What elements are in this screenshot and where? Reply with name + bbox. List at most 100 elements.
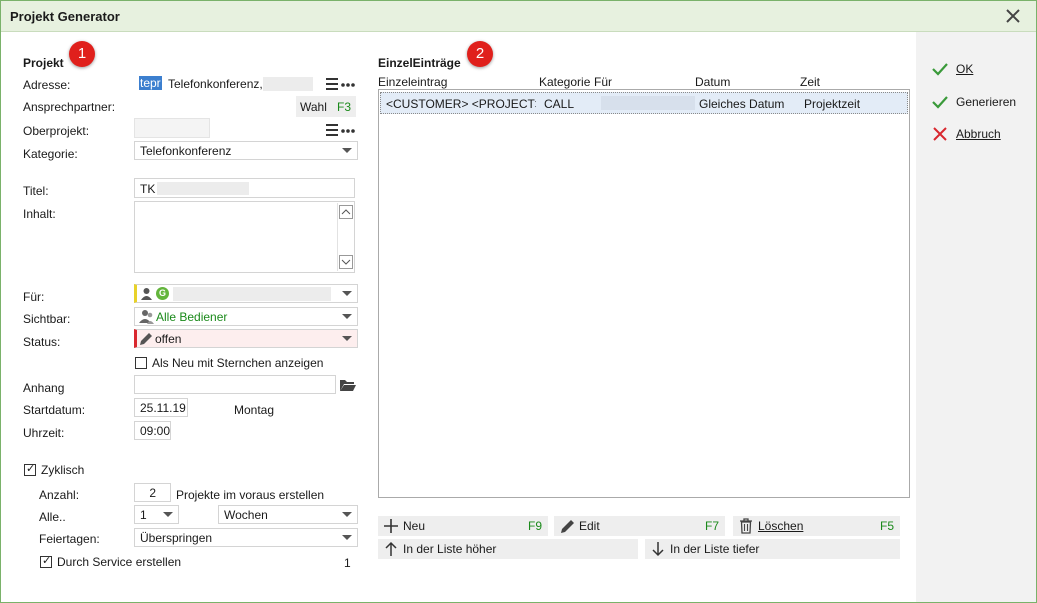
status-select[interactable]: offen (134, 329, 358, 348)
visible-value: Alle Bediener (156, 310, 228, 324)
new-star-label: Als Neu mit Sternchen anzeigen (152, 356, 324, 370)
column-header-for[interactable]: Für (594, 75, 612, 89)
content-textarea[interactable] (134, 201, 355, 273)
count-input[interactable]: 2 (134, 483, 171, 502)
title-value: TK (140, 182, 156, 196)
category-value: Telefonkonferenz (140, 144, 232, 158)
chevron-down-icon (342, 535, 352, 540)
arrow-up-icon (385, 541, 397, 556)
close-icon[interactable] (1004, 7, 1022, 25)
move-up-button[interactable]: In der Liste höher (378, 539, 638, 559)
time-label: Uhrzeit: (23, 426, 65, 440)
content-scrollbar[interactable] (337, 203, 353, 271)
time-input[interactable]: 09:00 (134, 421, 171, 440)
title-label: Titel: (23, 184, 49, 198)
column-header-date[interactable]: Datum (695, 75, 730, 89)
holidays-select[interactable]: Überspringen (134, 528, 358, 547)
time-value: 09:00 (140, 424, 171, 438)
column-header-entry[interactable]: Einzeleintrag (378, 75, 447, 89)
ok-label: OK (956, 62, 974, 76)
move-down-button[interactable]: In der Liste tiefer (645, 539, 900, 559)
parent-project-field[interactable] (134, 118, 210, 138)
cancel-button[interactable]: Abbruch (932, 124, 1001, 144)
trash-icon (740, 518, 752, 534)
chevron-down-icon (342, 148, 352, 153)
chevron-down-icon (342, 291, 352, 296)
delete-entry-key: F5 (879, 519, 894, 533)
window-title: Projekt Generator (10, 9, 120, 24)
new-entry-label: Neu (403, 519, 426, 533)
generate-button[interactable]: Generieren (932, 92, 1016, 112)
parent-project-menu-icon[interactable] (325, 123, 357, 137)
address-selected-text: tepr (139, 76, 162, 90)
edit-entry-button[interactable]: Edit F7 (554, 516, 725, 536)
delete-entry-button[interactable]: Löschen F5 (733, 516, 900, 536)
folder-open-icon[interactable] (339, 378, 357, 392)
contact-label: Ansprechpartner: (23, 100, 116, 114)
chevron-down-icon (342, 512, 352, 517)
every-unit-select[interactable]: Wochen (218, 505, 358, 524)
attachment-input[interactable] (134, 375, 336, 394)
edit-entry-key: F7 (704, 519, 719, 533)
move-down-label: In der Liste tiefer (670, 542, 760, 556)
address-menu-icon[interactable] (325, 77, 357, 91)
entries-section-title: EinzelEinträge (378, 56, 461, 70)
title-input[interactable]: TK (134, 178, 355, 198)
badge-one: 1 (69, 41, 95, 67)
column-header-category[interactable]: Kategorie (539, 75, 590, 89)
address-text: Telefonkonferenz, (168, 77, 263, 91)
every-unit-value: Wochen (224, 508, 268, 522)
new-entry-button[interactable]: Neu F9 (378, 516, 548, 536)
ok-button[interactable]: OK (932, 59, 973, 79)
category-select[interactable]: Telefonkonferenz (134, 141, 358, 160)
cancel-label: Abbruch (956, 127, 1001, 141)
scroll-down-icon[interactable] (339, 255, 353, 269)
count-value: 2 (149, 486, 156, 500)
weekday-text: Montag (234, 403, 275, 417)
service-value: 1 (344, 556, 351, 570)
project-section-title: Projekt (23, 56, 64, 70)
cyclic-label: Zyklisch (41, 463, 85, 477)
new-entry-key: F9 (527, 519, 542, 533)
holidays-value: Überspringen (140, 531, 213, 545)
new-star-checkbox[interactable] (135, 357, 147, 369)
attachment-label: Anhang (23, 381, 65, 395)
check-icon (932, 96, 948, 109)
row-time: Projektzeit (804, 97, 861, 111)
user-icon (141, 288, 152, 300)
scroll-up-icon[interactable] (339, 205, 353, 219)
chevron-down-icon (342, 336, 352, 341)
entries-list[interactable]: <CUSTOMER> <PROJECT> //<L CALL Gleiches … (378, 89, 910, 498)
row-entry: <CUSTOMER> <PROJECT> //<L (386, 97, 536, 111)
parent-project-label: Oberprojekt: (23, 124, 90, 138)
count-suffix: Projekte im voraus erstellen (176, 488, 325, 502)
contact-choose-button[interactable]: Wahl F3 (296, 96, 356, 117)
start-date-label: Startdatum: (23, 403, 86, 417)
content-label: Inhalt: (23, 207, 56, 221)
table-row[interactable]: <CUSTOMER> <PROJECT> //<L CALL Gleiches … (380, 92, 908, 114)
redacted-block (173, 287, 331, 301)
start-date-input[interactable]: 25.11.19 (134, 398, 188, 417)
address-label: Adresse: (23, 78, 71, 92)
visible-select[interactable]: Alle Bediener (134, 307, 358, 326)
for-select[interactable]: G (134, 284, 358, 303)
every-value: 1 (140, 508, 147, 522)
column-header-time[interactable]: Zeit (800, 75, 820, 89)
cyclic-checkbox[interactable] (24, 462, 36, 476)
for-label: Für: (23, 290, 45, 304)
holidays-label: Feiertagen: (39, 532, 100, 546)
redacted-block (157, 182, 249, 195)
category-label: Kategorie: (23, 147, 78, 161)
status-label: Status: (23, 335, 61, 349)
action-panel: OK Generieren Abbruch (916, 32, 1036, 602)
service-checkbox[interactable] (40, 554, 52, 568)
row-category: CALL (544, 97, 575, 111)
every-select[interactable]: 1 (134, 505, 179, 524)
edit-entry-label: Edit (579, 519, 600, 533)
contact-button-label: Wahl (300, 100, 327, 114)
generate-label: Generieren (956, 95, 1017, 109)
visible-label: Sichtbar: (23, 312, 71, 326)
plus-icon (384, 519, 398, 533)
group-badge: G (156, 287, 169, 300)
project-generator-window: Projekt Generator 1 2 Projekt Adresse: t… (0, 0, 1037, 603)
